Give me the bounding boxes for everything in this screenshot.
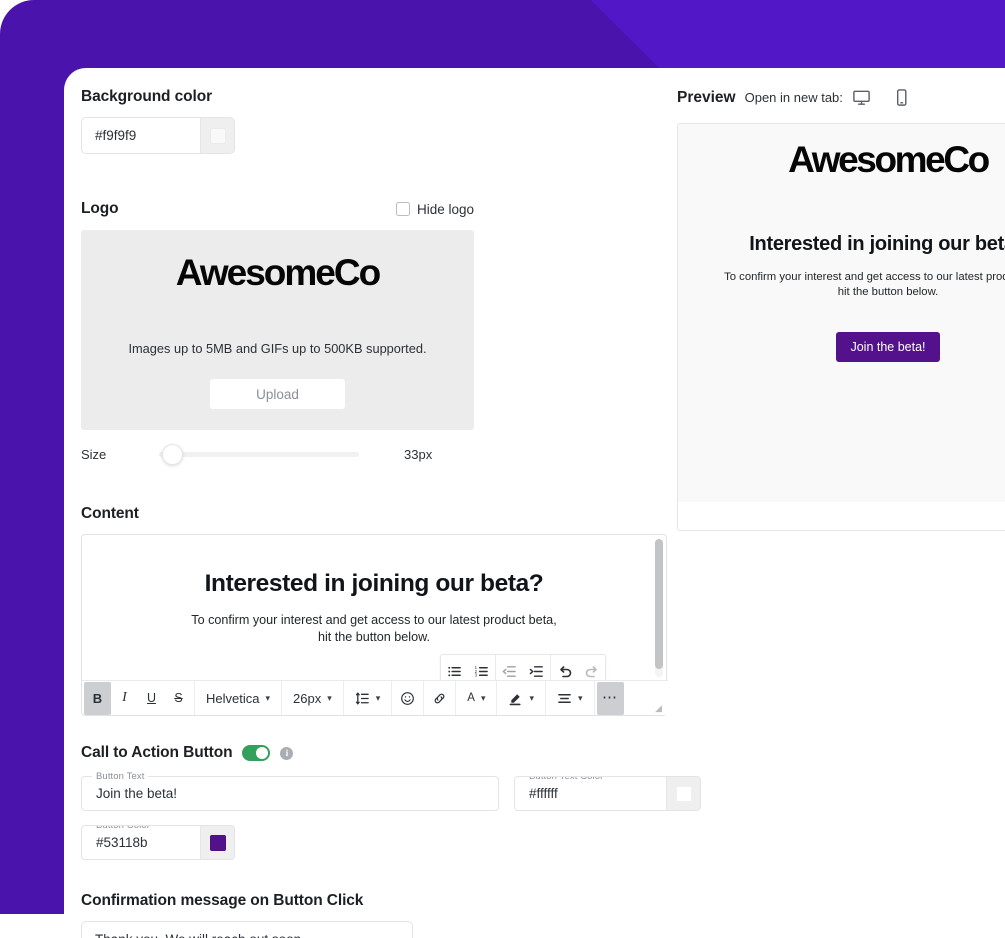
chevron-down-icon: ▾	[265, 692, 270, 703]
mobile-icon[interactable]	[893, 88, 910, 107]
cta-label: Call to Action Button	[81, 744, 233, 761]
editor-canvas[interactable]: Interested in joining our beta? To confi…	[82, 535, 666, 645]
content-label: Content	[81, 505, 139, 522]
hide-logo-control[interactable]: Hide logo	[395, 201, 474, 217]
svg-text:3: 3	[475, 673, 478, 678]
editor-scrollbar-thumb[interactable]	[655, 539, 663, 669]
rich-text-editor[interactable]: Interested in joining our beta? To confi…	[81, 534, 668, 716]
button-text-label: Button Text	[92, 771, 149, 782]
logo-size-value: 33px	[404, 447, 433, 462]
editor-paragraph-line2: hit the button below.	[317, 629, 431, 644]
button-text-field[interactable]: Button Text Join the beta!	[81, 771, 499, 811]
chevron-down-icon: ▾	[327, 692, 332, 703]
preview-canvas: AwesomeCo Interested in joining our beta…	[678, 124, 1005, 502]
chevron-down-icon: ▾	[578, 692, 583, 703]
link-icon[interactable]	[426, 682, 453, 715]
logo-label: Logo	[81, 200, 119, 217]
upload-button[interactable]: Upload	[210, 379, 345, 409]
line-height-select[interactable]: ▾	[346, 682, 390, 715]
button-text-color-field[interactable]: Button Text Color #ffffff	[514, 776, 701, 811]
chevron-down-icon: ▾	[375, 692, 381, 703]
button-text-color-swatch	[675, 785, 692, 802]
highlight-icon	[510, 693, 522, 705]
confirmation-label: Confirmation message on Button Click	[81, 892, 364, 909]
slider-thumb[interactable]	[162, 444, 183, 465]
bold-label: B	[92, 690, 103, 706]
emoji-icon[interactable]	[394, 682, 421, 715]
font-family-value: Helvetica	[206, 690, 260, 706]
editor-paragraph[interactable]: To confirm your interest and get access …	[122, 612, 626, 645]
confirmation-message-input[interactable]: Thank you. We will reach out soon.	[81, 921, 413, 938]
button-text-color-label: Button Text Color	[525, 777, 608, 782]
preview-cta-button[interactable]: Join the beta!	[836, 331, 940, 362]
chevron-down-icon: ▾	[480, 692, 486, 703]
preview-heading: Interested in joining our beta?	[749, 233, 1005, 255]
align-select[interactable]: ▾	[548, 682, 592, 715]
settings-column: Background color #f9f9f9 Logo Hide logo …	[81, 88, 701, 938]
more-options-icon[interactable]: ⋯	[596, 681, 624, 715]
text-color-select[interactable]: A ▾	[458, 682, 494, 715]
editor-card: Background color #f9f9f9 Logo Hide logo …	[64, 68, 1005, 938]
background-color-swatch	[209, 127, 226, 144]
editor-paragraph-line1: To confirm your interest and get access …	[191, 613, 557, 627]
preview-paragraph-line2: hit the button below.	[837, 286, 939, 299]
open-in-new-tab-label: Open in new tab:	[744, 90, 843, 105]
logo-size-row: Size 33px	[81, 444, 451, 465]
hide-logo-checkbox[interactable]	[395, 202, 410, 216]
cta-toggle[interactable]	[242, 745, 271, 761]
font-family-select[interactable]: Helvetica ▾	[197, 682, 279, 715]
preview-frame: AwesomeCo Interested in joining our beta…	[677, 123, 1005, 531]
hide-logo-label: Hide logo	[416, 201, 474, 217]
strike-label: S	[174, 691, 183, 705]
cta-header: Call to Action Button i	[81, 744, 701, 762]
chevron-down-icon: ▾	[529, 692, 534, 703]
bold-button[interactable]: B	[84, 681, 111, 715]
logo-upload-hint: Images up to 5MB and GIFs up to 500KB su…	[128, 341, 427, 356]
editor-toolbar[interactable]: B I U S Helvetica ▾ 26px ▾ ▾ A ▾ ▾ ▾ ⋯	[82, 680, 668, 715]
logo-size-slider[interactable]	[159, 444, 359, 465]
editor-resize-handle[interactable]: ◢	[655, 704, 664, 713]
highlight-select[interactable]: ▾	[499, 682, 543, 715]
font-size-select[interactable]: 26px ▾	[284, 682, 341, 715]
preview-column: Preview Open in new tab: AwesomeCo Inter…	[677, 88, 1005, 531]
button-color-swatch-button[interactable]	[200, 826, 234, 859]
cta-field-row: Button Text Join the beta! Button Text C…	[81, 771, 701, 811]
line-height-icon	[355, 691, 369, 705]
background-color-swatch-button[interactable]	[200, 118, 234, 153]
button-text-color-swatch-button[interactable]	[666, 777, 700, 810]
preview-header: Preview Open in new tab:	[677, 88, 1005, 107]
font-size-value: 26px	[293, 690, 322, 706]
background-color-input[interactable]: #f9f9f9	[82, 118, 200, 153]
monitor-icon[interactable]	[852, 88, 871, 107]
button-color-field[interactable]: Button Color #53118b	[81, 825, 235, 860]
button-text-input[interactable]: Join the beta!	[82, 786, 177, 801]
italic-label: I	[122, 690, 127, 705]
background-color-label: Background color	[81, 88, 213, 105]
preview-paragraph: To confirm your interest and get access …	[724, 270, 1005, 301]
preview-paragraph-line1: To confirm your interest and get access …	[724, 271, 1005, 283]
button-color-label: Button Color	[92, 826, 155, 831]
logo-size-label: Size	[81, 447, 107, 462]
text-color-icon: A	[467, 692, 475, 704]
strikethrough-button[interactable]: S	[165, 682, 192, 715]
underline-label: U	[146, 691, 157, 705]
preview-logo: AwesomeCo	[788, 139, 990, 180]
button-text-color-input[interactable]: #ffffff	[515, 786, 666, 801]
button-color-input[interactable]: #53118b	[82, 835, 200, 850]
editor-scrollbar[interactable]	[655, 539, 663, 677]
info-icon[interactable]: i	[280, 746, 294, 760]
logo-header: Logo Hide logo	[81, 200, 474, 218]
italic-button[interactable]: I	[111, 682, 138, 715]
editor-heading[interactable]: Interested in joining our beta?	[122, 570, 626, 598]
logo-dropzone[interactable]: AwesomeCo Images up to 5MB and GIFs up t…	[81, 230, 474, 430]
button-color-swatch	[209, 834, 226, 851]
background-color-field[interactable]: #f9f9f9	[81, 117, 235, 154]
preview-title: Preview	[677, 88, 736, 106]
underline-button[interactable]: U	[138, 682, 165, 715]
logo-preview-wordmark: AwesomeCo	[175, 252, 381, 293]
align-icon	[558, 693, 571, 703]
